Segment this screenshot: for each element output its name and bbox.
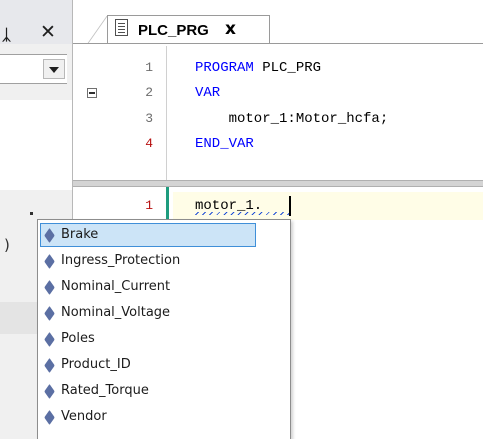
collapse-icon[interactable]	[87, 88, 97, 98]
keyword: VAR	[195, 85, 221, 101]
property-icon	[44, 384, 55, 399]
autocomplete-item-label: Poles	[61, 331, 95, 346]
autocomplete-item-ingress-protection[interactable]: Ingress_Protection	[41, 250, 255, 272]
text-caret	[289, 196, 291, 216]
implementation-line[interactable]: 1	[73, 192, 483, 220]
autocomplete-item-poles[interactable]: Poles	[41, 328, 255, 350]
dropdown-button[interactable]	[43, 59, 65, 79]
code-text[interactable]: END_VAR	[195, 130, 254, 158]
line-number: 4	[145, 136, 153, 151]
autocomplete-item-nominal-current[interactable]: Nominal_Current	[41, 276, 255, 298]
gutter-separator	[166, 46, 167, 180]
tab-close-icon[interactable]: x	[225, 19, 236, 39]
autocomplete-list[interactable]: Brake Ingress_Protection Nominal_Current…	[37, 219, 291, 439]
keyword: END_VAR	[195, 136, 254, 152]
document-icon	[115, 19, 128, 36]
autocomplete-item-label: Rated_Torque	[61, 383, 149, 398]
autocomplete-item-vendor[interactable]: Vendor	[41, 406, 255, 428]
property-icon	[44, 358, 55, 373]
identifier: PLC_PRG	[253, 60, 322, 76]
line-number: 2	[145, 85, 153, 100]
left-panel-dot	[30, 212, 33, 215]
tab-label: PLC_PRG	[138, 22, 209, 39]
left-panel-header: ᛣ ✕	[0, 0, 72, 44]
tab-plc-prg[interactable]: PLC_PRG x	[107, 15, 270, 44]
property-icon	[44, 332, 55, 347]
autocomplete-item-nominal-voltage[interactable]: Nominal_Voltage	[41, 302, 255, 324]
tab-strip: PLC_PRG x	[73, 0, 483, 44]
autocomplete-item-label: Ingress_Protection	[61, 253, 181, 268]
autocomplete-item-product-id[interactable]: Product_ID	[41, 354, 255, 376]
code-text[interactable]: PROGRAM PLC_PRG	[195, 54, 321, 82]
line-number: 1	[145, 198, 153, 213]
declaration-line[interactable]: 3 motor_1:Motor_hcfa;	[73, 105, 483, 133]
autocomplete-item-label: Product_ID	[61, 357, 131, 372]
property-icon	[44, 280, 55, 295]
code-text[interactable]: VAR	[195, 79, 220, 107]
autocomplete-item-label: Nominal_Current	[61, 279, 171, 294]
declaration-line[interactable]: 1 PROGRAM PLC_PRG	[73, 54, 483, 82]
line-number: 3	[145, 111, 153, 126]
autocomplete-item-brake[interactable]: Brake	[40, 223, 256, 247]
panel-close-icon[interactable]: ✕	[40, 22, 56, 42]
tab-separator	[87, 16, 108, 44]
left-panel-dropdown[interactable]	[0, 54, 67, 84]
property-icon	[44, 410, 55, 425]
declaration-line[interactable]: 2 VAR	[73, 79, 483, 107]
pin-icon[interactable]: ᛣ	[2, 26, 11, 44]
editor-splitter[interactable]	[73, 180, 483, 187]
chevron-down-icon	[49, 67, 59, 73]
property-icon	[44, 254, 55, 269]
line-number: 1	[145, 60, 153, 75]
error-squiggle	[195, 212, 289, 215]
left-panel-text: )	[4, 236, 10, 254]
left-panel-content	[0, 100, 72, 190]
autocomplete-item-label: Nominal_Voltage	[61, 305, 171, 320]
typed-code[interactable]: motor_1.	[195, 192, 262, 220]
identifier: motor_1:Motor_hcfa;	[195, 111, 389, 127]
tab-strip-border	[73, 43, 483, 44]
property-icon	[44, 228, 55, 243]
autocomplete-item-rated-torque[interactable]: Rated_Torque	[41, 380, 255, 402]
autocomplete-item-label: Vendor	[61, 409, 107, 424]
declaration-line[interactable]: 4 END_VAR	[73, 130, 483, 158]
property-icon	[44, 306, 55, 321]
code-text[interactable]: motor_1:Motor_hcfa;	[195, 105, 389, 133]
autocomplete-item-label: Brake	[61, 227, 99, 242]
keyword: PROGRAM	[195, 60, 254, 76]
